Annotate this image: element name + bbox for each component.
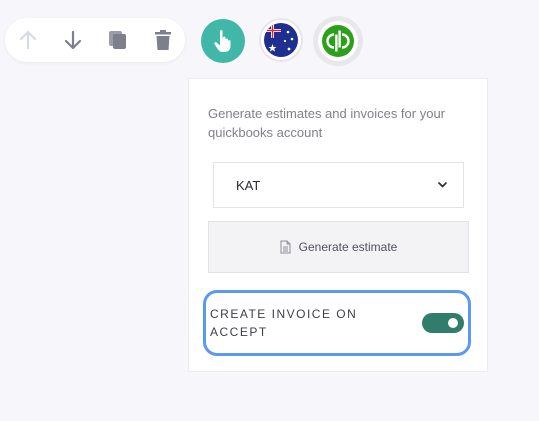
chevron-down-icon [438,182,447,188]
document-icon [280,240,291,254]
copy-icon [109,31,126,49]
create-invoice-toggle[interactable] [422,313,464,333]
quickbooks-panel: Generate estimates and invoices for your… [188,78,488,372]
create-invoice-label: CREATE INVOICE ON ACCEPT [210,307,358,339]
arrow-down-icon [64,30,82,50]
trash-icon [155,30,171,50]
delete-button[interactable] [151,28,175,52]
move-up-button[interactable] [16,28,40,52]
region-button[interactable] [259,18,303,62]
hand-pointer-icon [214,30,231,52]
customer-select-value: KAT [236,177,261,193]
quickbooks-badge [318,21,358,61]
arrow-up-icon [19,30,37,50]
customer-select[interactable]: KAT [213,162,464,208]
duplicate-button[interactable] [106,28,130,52]
australia-flag-icon [264,23,298,57]
generate-estimate-button[interactable]: Generate estimate [208,221,469,273]
quickbooks-logo-icon [322,25,354,57]
move-down-button[interactable] [61,28,85,52]
pointer-button[interactable] [201,19,245,63]
block-toolbar [5,18,185,62]
quickbooks-button[interactable] [313,16,363,66]
panel-description: Generate estimates and invoices for your… [208,106,446,140]
toggle-knob [448,318,458,328]
generate-estimate-label: Generate estimate [298,240,398,254]
create-invoice-toggle-row: CREATE INVOICE ON ACCEPT [203,290,471,356]
